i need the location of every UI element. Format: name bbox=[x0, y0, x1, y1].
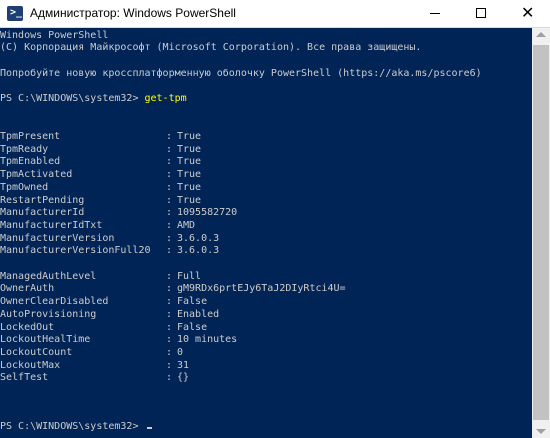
output-row: TpmEnabled: True bbox=[0, 156, 201, 169]
prompt-line: PS C:\WINDOWS\system32> get-tpm bbox=[0, 93, 187, 106]
scroll-down-arrow-icon[interactable] bbox=[536, 429, 546, 434]
vertical-scrollbar[interactable] bbox=[532, 28, 550, 438]
output-row: SelfTest: {} bbox=[0, 372, 189, 385]
output-row: LockoutMax: 31 bbox=[0, 359, 189, 373]
banner-line: Windows PowerShell bbox=[0, 30, 109, 41]
property-name: TpmActivated bbox=[0, 169, 73, 181]
output-row: TpmPresent: True bbox=[0, 131, 201, 144]
prompt: PS C:\WINDOWS\system32> bbox=[0, 421, 145, 432]
property-value: 3.6.0.3 bbox=[177, 232, 220, 244]
scroll-up-arrow-icon[interactable] bbox=[536, 32, 546, 37]
output-row: LockoutCount: 0 bbox=[0, 346, 183, 360]
prompt-line: PS C:\WINDOWS\system32> bbox=[0, 421, 152, 434]
text-cursor bbox=[146, 427, 152, 429]
title-bar[interactable]: >_ Администратор: Windows PowerShell ✕ bbox=[0, 0, 550, 28]
property-value: 31 bbox=[177, 359, 190, 371]
property-value: False bbox=[177, 296, 208, 308]
property-name: TpmReady bbox=[0, 143, 49, 155]
maximize-button[interactable] bbox=[458, 0, 504, 27]
property-name: ManufacturerId bbox=[0, 207, 85, 219]
property-name: OwnerClearDisabled bbox=[0, 296, 109, 308]
banner-line: (С) Корпорация Майкрософт (Microsoft Cor… bbox=[0, 42, 422, 53]
property-name: LockedOut bbox=[0, 321, 55, 333]
close-icon: ✕ bbox=[521, 3, 535, 22]
property-name: LockoutCount bbox=[0, 346, 73, 358]
property-name: TpmEnabled bbox=[0, 156, 61, 168]
powershell-icon[interactable]: >_ bbox=[7, 6, 23, 21]
output-row: LockoutHealTime: 10 minutes bbox=[0, 334, 237, 347]
property-value: AMD bbox=[177, 219, 196, 231]
prompt: PS C:\WINDOWS\system32> bbox=[0, 93, 145, 104]
output-row: ManufacturerIdTxt: AMD bbox=[0, 219, 195, 233]
command: get-tpm bbox=[144, 93, 187, 104]
output-row: LockedOut: False bbox=[0, 321, 207, 335]
scroll-thumb[interactable] bbox=[533, 45, 549, 420]
output-row: ManufacturerVersionFull20: 3.6.0.3 bbox=[0, 245, 219, 258]
maximize-icon bbox=[476, 8, 486, 18]
property-value: 3.6.0.3 bbox=[177, 245, 220, 257]
property-name: TpmPresent bbox=[0, 131, 61, 142]
output-row: OwnerClearDisabled: False bbox=[0, 296, 207, 309]
output-row: RestartPending: True bbox=[0, 194, 201, 208]
property-name: AutoProvisioning bbox=[0, 308, 97, 320]
output-row: TpmReady: True bbox=[0, 143, 201, 157]
property-value: True bbox=[177, 194, 202, 206]
property-value: Enabled bbox=[177, 308, 220, 320]
property-name: ManufacturerVersionFull20 bbox=[0, 245, 151, 257]
property-value: 10 minutes bbox=[177, 334, 238, 346]
output-row: ManagedAuthLevel: Full bbox=[0, 270, 201, 284]
minimize-icon bbox=[430, 13, 440, 14]
property-value: True bbox=[177, 169, 202, 181]
property-value: gM9RDx6prtEJy6TaJ2DIyRtci4U= bbox=[177, 283, 346, 295]
output-row: OwnerAuth: gM9RDx6prtEJy6TaJ2DIyRtci4U= bbox=[0, 283, 346, 296]
property-name: RestartPending bbox=[0, 194, 85, 206]
property-value: 1095582720 bbox=[177, 207, 238, 219]
property-value: True bbox=[177, 156, 202, 168]
property-value: False bbox=[177, 321, 208, 333]
property-value: 0 bbox=[177, 346, 184, 358]
property-value: Full bbox=[177, 270, 202, 282]
property-name: LockoutHealTime bbox=[0, 334, 91, 346]
console-output[interactable]: Windows PowerShell (С) Корпорация Майкро… bbox=[0, 28, 532, 438]
property-name: OwnerAuth bbox=[0, 283, 55, 295]
window-title: Администратор: Windows PowerShell bbox=[30, 6, 236, 20]
property-name: TpmOwned bbox=[0, 181, 49, 193]
output-row: ManufacturerVersion: 3.6.0.3 bbox=[0, 232, 219, 246]
property-value: {} bbox=[177, 372, 190, 384]
banner-line: Попробуйте новую кроссплатформенную обол… bbox=[0, 68, 482, 79]
output-row: TpmActivated: True bbox=[0, 169, 201, 182]
property-name: ManufacturerVersion bbox=[0, 232, 115, 244]
property-name: ManufacturerIdTxt bbox=[0, 219, 103, 231]
output-row: TpmOwned: True bbox=[0, 181, 201, 195]
property-value: True bbox=[177, 143, 202, 155]
property-name: SelfTest bbox=[0, 372, 49, 384]
property-value: True bbox=[177, 181, 202, 193]
close-button[interactable]: ✕ bbox=[504, 0, 550, 27]
output-row: AutoProvisioning: Enabled bbox=[0, 308, 219, 322]
minimize-button[interactable] bbox=[412, 0, 458, 27]
powershell-window: >_ Администратор: Windows PowerShell ✕ W… bbox=[0, 0, 550, 438]
property-value: True bbox=[177, 131, 202, 142]
property-name: LockoutMax bbox=[0, 359, 61, 371]
output-row: ManufacturerId: 1095582720 bbox=[0, 207, 237, 220]
property-name: ManagedAuthLevel bbox=[0, 270, 97, 282]
